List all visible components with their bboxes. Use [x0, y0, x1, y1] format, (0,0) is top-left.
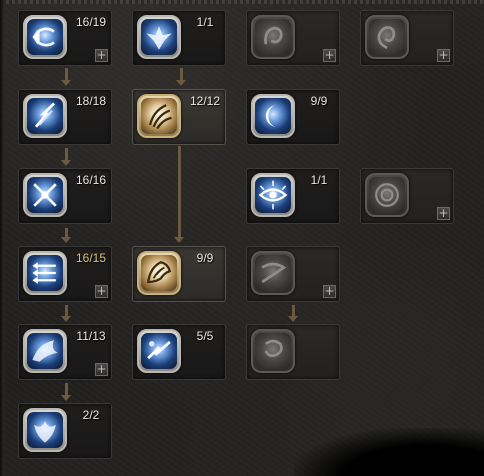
skill-slot-r2c3[interactable]: +: [360, 168, 454, 224]
skill-level: 5/5: [196, 329, 214, 343]
prereq-arrow: [61, 395, 71, 401]
skill-level: 11/13: [76, 329, 106, 343]
skill-slot-r1c2[interactable]: 9/9: [246, 89, 340, 145]
skill-slot-r3c0[interactable]: 16/15 +: [18, 246, 112, 302]
skill-slot-r0c0[interactable]: 16/19 +: [18, 10, 112, 66]
add-point-button[interactable]: +: [95, 285, 108, 298]
storm-icon[interactable]: [251, 329, 295, 373]
crescent-moon-icon[interactable]: [251, 94, 295, 138]
dash-strike-icon[interactable]: [137, 329, 181, 373]
flame-spiral-icon[interactable]: [365, 15, 409, 59]
skill-slot-r2c0[interactable]: 16/16: [18, 168, 112, 224]
add-point-button[interactable]: +: [323, 285, 336, 298]
add-point-button[interactable]: +: [437, 207, 450, 220]
bird-wing-icon[interactable]: [23, 329, 67, 373]
skill-slot-r4c0[interactable]: 11/13 +: [18, 324, 112, 380]
skill-slot-r0c3[interactable]: +: [360, 10, 454, 66]
concentric-rings-icon[interactable]: [365, 173, 409, 217]
lightning-slash-icon[interactable]: [23, 94, 67, 138]
skill-level: 9/9: [196, 251, 214, 265]
golden-wing-icon[interactable]: [137, 251, 181, 295]
skill-level: 1/1: [310, 173, 328, 187]
skill-level: 12/12: [189, 94, 221, 108]
phoenix-rise-icon[interactable]: [23, 408, 67, 452]
skill-slot-r4c2[interactable]: [246, 324, 340, 380]
skill-level: 2/2: [82, 408, 100, 422]
skill-slot-r1c1[interactable]: 12/12: [132, 89, 226, 145]
crossed-blades-icon[interactable]: [23, 173, 67, 217]
corner-shadow: [294, 428, 484, 476]
skill-slot-r4c1[interactable]: 5/5: [132, 324, 226, 380]
skill-slot-r5c0[interactable]: 2/2: [18, 403, 112, 459]
skill-slot-r3c1[interactable]: 9/9: [132, 246, 226, 302]
skill-slot-r2c2[interactable]: 1/1: [246, 168, 340, 224]
panel-top-border: [0, 0, 484, 4]
prereq-arrow: [61, 316, 71, 322]
triple-arrow-icon[interactable]: [23, 251, 67, 295]
add-point-button[interactable]: +: [95, 49, 108, 62]
skill-slot-r1c0[interactable]: 18/18: [18, 89, 112, 145]
prereq-arrow: [61, 80, 71, 86]
arrow-return-icon[interactable]: [23, 15, 67, 59]
skill-level: 16/19: [75, 15, 107, 29]
swirl-icon[interactable]: [251, 15, 295, 59]
phoenix-icon[interactable]: [137, 15, 181, 59]
prereq-arrow: [288, 316, 298, 322]
skill-slot-r0c1[interactable]: 1/1: [132, 10, 226, 66]
prereq-connector: [178, 146, 181, 238]
skill-slot-r3c2[interactable]: +: [246, 246, 340, 302]
whirlwind-icon[interactable]: [251, 251, 295, 295]
eye-sigil-icon[interactable]: [251, 173, 295, 217]
prereq-arrow: [174, 237, 184, 243]
skill-level: 16/15: [75, 251, 107, 265]
add-point-button[interactable]: +: [437, 49, 450, 62]
golden-claw-icon[interactable]: [137, 94, 181, 138]
prereq-arrow: [61, 160, 71, 166]
add-point-button[interactable]: +: [323, 49, 336, 62]
skill-level: 18/18: [75, 94, 107, 108]
skill-slot-r0c2[interactable]: +: [246, 10, 340, 66]
add-point-button[interactable]: +: [95, 363, 108, 376]
prereq-arrow: [176, 80, 186, 86]
prereq-arrow: [61, 237, 71, 243]
skill-level: 16/16: [75, 173, 107, 187]
panel-left-border: [0, 0, 4, 476]
skill-level: 9/9: [310, 94, 328, 108]
skill-level: 1/1: [196, 15, 214, 29]
